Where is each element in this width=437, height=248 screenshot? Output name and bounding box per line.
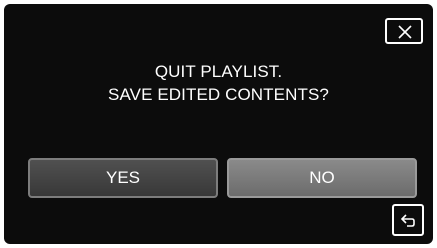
no-button[interactable]: NO [227, 158, 417, 198]
close-button[interactable] [385, 18, 423, 44]
return-arrow-icon [400, 214, 415, 227]
yes-button[interactable]: YES [28, 158, 218, 198]
close-icon [398, 25, 412, 39]
lcd-screen [4, 4, 433, 244]
yes-button-label: YES [105, 168, 141, 187]
no-button-label: NO [309, 168, 335, 187]
dialog-message: QUIT PLAYLIST. SAVE EDITED CONTENTS? [0, 60, 437, 106]
back-button[interactable] [392, 204, 424, 236]
message-line-1: QUIT PLAYLIST. [154, 62, 283, 81]
message-line-2: SAVE EDITED CONTENTS? [108, 85, 329, 104]
